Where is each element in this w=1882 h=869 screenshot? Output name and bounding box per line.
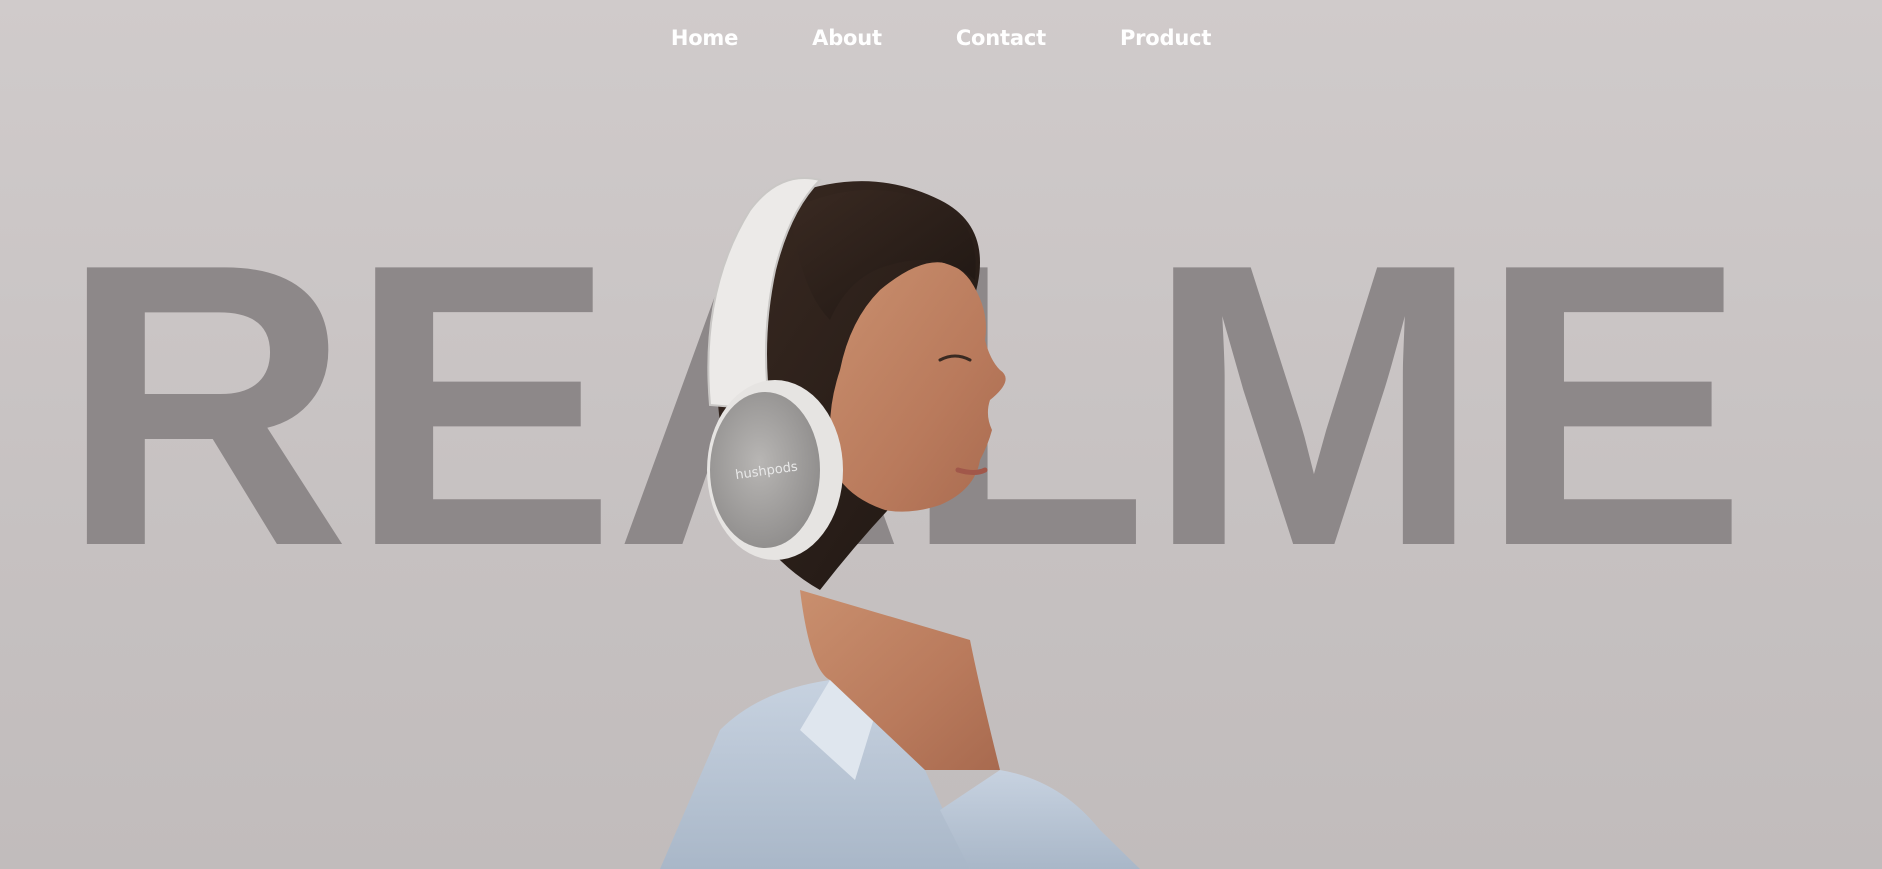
nav-about-link[interactable]: About [812,26,882,50]
top-nav: Home About Contact Product [0,22,1882,54]
nav-contact-link[interactable]: Contact [956,26,1046,50]
woman-with-headphones-illustration: hushpods [660,177,1140,869]
nav-product-link[interactable]: Product [1120,26,1211,50]
nav-home-link[interactable]: Home [671,26,739,50]
hero-photo: hushpods [640,170,1240,869]
